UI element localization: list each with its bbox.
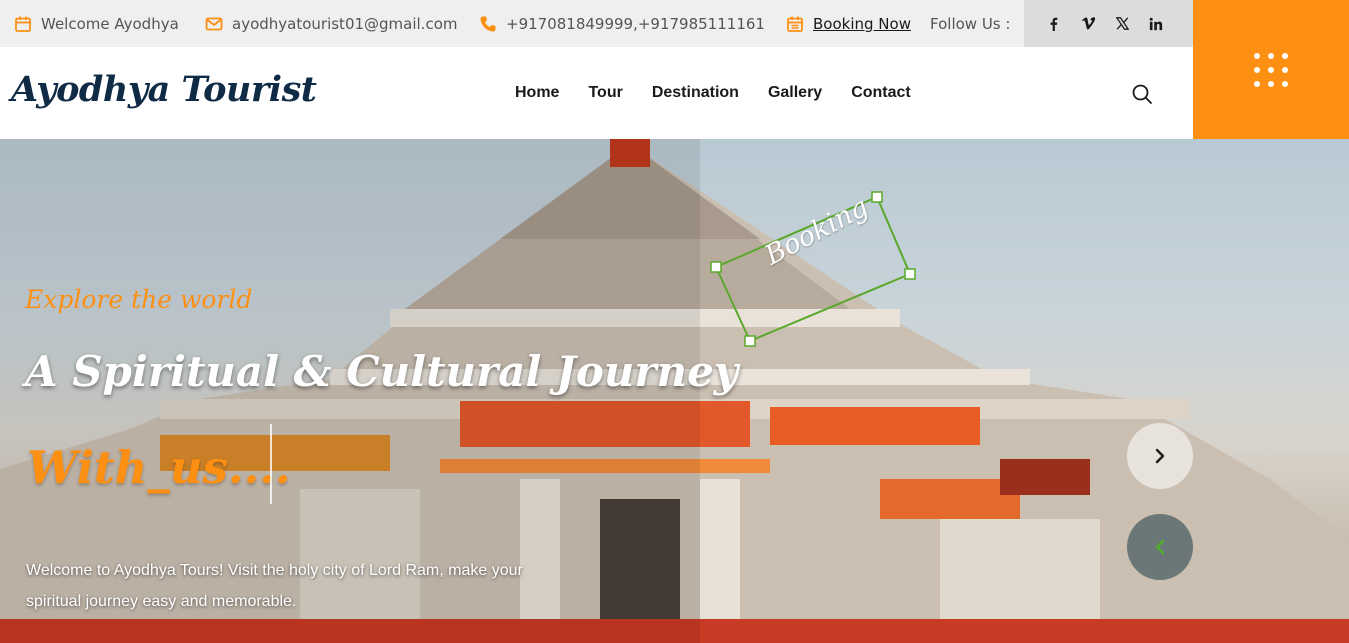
slider-next-button[interactable] (1127, 423, 1193, 489)
booking-item[interactable]: Booking Now (786, 0, 911, 47)
nav-home[interactable]: Home (515, 84, 559, 102)
linkedin-icon[interactable] (1148, 16, 1164, 32)
hero-subtitle: With_us.... (27, 441, 291, 494)
phone-icon (479, 15, 497, 33)
search-icon[interactable] (1131, 83, 1153, 105)
phone-text[interactable]: +917081849999,+917985111161 (506, 15, 765, 33)
welcome-item: Welcome Ayodhya (14, 0, 179, 47)
nav-gallery[interactable]: Gallery (768, 84, 822, 102)
email-item[interactable]: ayodhyatourist01@gmail.com (205, 0, 458, 47)
follow-label: Follow Us : (930, 14, 1011, 33)
calendar-icon (786, 15, 804, 33)
social-links (1024, 0, 1193, 47)
chevron-right-icon (1155, 448, 1165, 464)
welcome-text: Welcome Ayodhya (41, 14, 179, 33)
nav-contact[interactable]: Contact (851, 84, 911, 102)
mail-icon (205, 15, 223, 33)
hero-description: Welcome to Ayodhya Tours! Visit the holy… (26, 562, 523, 610)
email-text[interactable]: ayodhyatourist01@gmail.com (232, 15, 458, 33)
main-nav: Home Tour Destination Gallery Contact (515, 47, 911, 139)
booking-now-link[interactable]: Booking Now (813, 15, 911, 33)
text-cursor-divider (270, 424, 272, 504)
facebook-icon[interactable] (1046, 16, 1062, 32)
x-icon[interactable] (1114, 16, 1130, 32)
site-logo[interactable]: Ayodhya Tourist (11, 69, 317, 110)
calendar-icon (14, 15, 32, 33)
hero-slider: Booking Explore the world A Spiritual & … (0, 139, 1349, 643)
vimeo-icon[interactable] (1080, 16, 1096, 32)
hero-kicker: Explore the world (25, 285, 253, 314)
main-header: Ayodhya Tourist Home Tour Destination Ga… (0, 47, 1193, 139)
menu-grid-button[interactable] (1193, 0, 1349, 139)
dots-grid-icon (1254, 52, 1288, 87)
top-bar: Welcome Ayodhya ayodhyatourist01@gmail.c… (0, 0, 1193, 47)
nav-destination[interactable]: Destination (652, 84, 739, 102)
chevron-left-icon (1155, 539, 1165, 555)
hero-title: A Spiritual & Cultural Journey (25, 347, 739, 396)
phone-item[interactable]: +917081849999,+917985111161 (479, 0, 765, 47)
nav-tour[interactable]: Tour (588, 84, 622, 102)
slider-prev-button[interactable] (1127, 514, 1193, 580)
